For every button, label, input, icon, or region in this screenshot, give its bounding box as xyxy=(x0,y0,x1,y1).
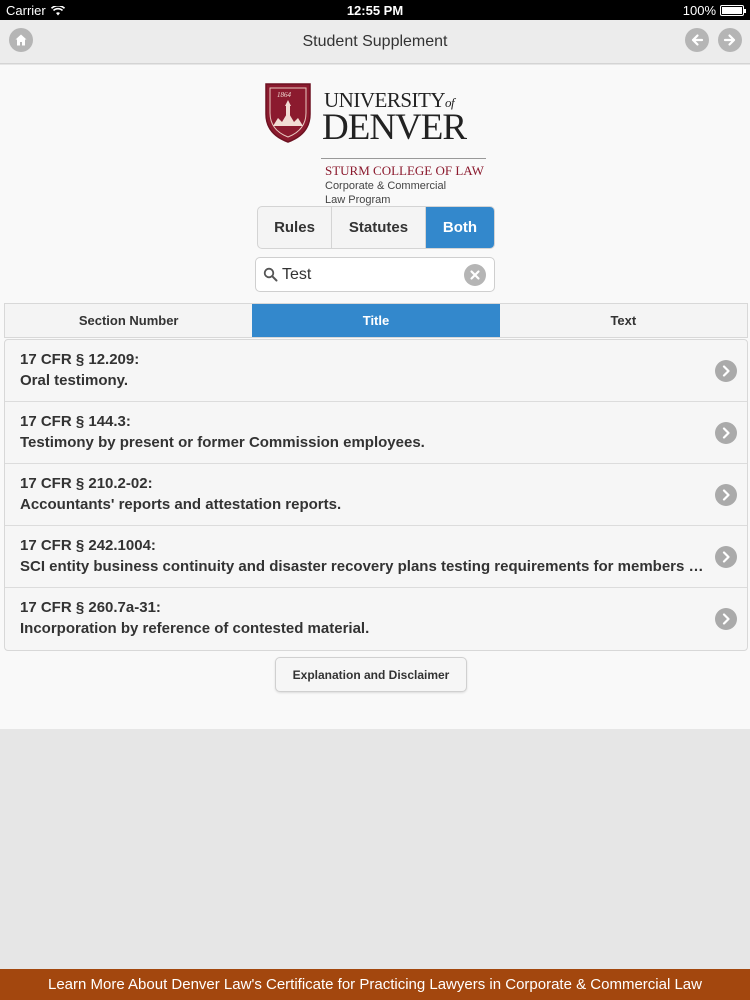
search-input[interactable] xyxy=(282,264,462,286)
logo-college: STURM COLLEGE OF LAW xyxy=(325,163,484,178)
list-item[interactable]: 17 CFR § 210.2-02: Accountants' reports … xyxy=(5,464,747,526)
chevron-right-icon xyxy=(715,484,737,506)
seal-year: 1864 xyxy=(277,91,292,99)
status-bar: Carrier 12:55 PM 100% xyxy=(0,0,750,20)
list-item[interactable]: 17 CFR § 144.3: Testimony by present or … xyxy=(5,402,747,464)
segment-both-label: Both xyxy=(442,219,478,236)
chevron-right-icon xyxy=(715,608,737,630)
segment-rules[interactable]: Rules xyxy=(258,207,332,248)
search-field-tabs: Section Number Title Text xyxy=(4,303,748,338)
tab-title-label: Title xyxy=(362,313,390,328)
logo-divider xyxy=(321,158,486,159)
tab-text[interactable]: Text xyxy=(500,304,747,337)
page-title: Student Supplement xyxy=(302,33,448,50)
back-button[interactable] xyxy=(685,28,709,52)
arrow-right-icon xyxy=(723,34,736,46)
logo-program-line2: Law Program xyxy=(325,194,391,206)
arrow-left-icon xyxy=(691,34,704,46)
tab-section-number-label: Section Number xyxy=(78,313,179,328)
chevron-right-icon xyxy=(715,422,737,444)
list-item[interactable]: 17 CFR § 242.1004: SCI entity business c… xyxy=(5,526,747,588)
source-filter-segmented: Rules Statutes Both xyxy=(257,206,495,249)
result-title: SCI entity business continuity and disas… xyxy=(20,558,705,575)
university-logo: 1864 UNIVERSITYof DENVER STURM COLLEGE O… xyxy=(264,82,494,206)
result-section: 17 CFR § 12.209: xyxy=(20,351,140,368)
tab-title[interactable]: Title xyxy=(252,304,500,337)
result-title: Oral testimony. xyxy=(20,372,129,389)
result-title: Incorporation by reference of contested … xyxy=(20,620,370,637)
close-icon xyxy=(470,270,480,280)
segment-rules-label: Rules xyxy=(274,219,315,236)
nav-bar: Student Supplement xyxy=(0,20,750,64)
certificate-banner-link[interactable]: Learn More About Denver Law's Certificat… xyxy=(0,969,750,1000)
list-item[interactable]: 17 CFR § 260.7a-31: Incorporation by ref… xyxy=(5,588,747,650)
shield-seal-icon: 1864 xyxy=(265,83,311,143)
battery-group: 100% xyxy=(682,3,746,18)
result-section: 17 CFR § 210.2-02: xyxy=(20,475,153,492)
main-content: 1864 UNIVERSITYof DENVER STURM COLLEGE O… xyxy=(0,65,750,729)
clear-search-button[interactable] xyxy=(464,264,486,286)
battery-icon xyxy=(720,5,746,16)
chevron-right-icon xyxy=(715,360,737,382)
list-item[interactable]: 17 CFR § 12.209: Oral testimony. xyxy=(5,340,747,402)
explanation-disclaimer-button[interactable]: Explanation and Disclaimer xyxy=(275,657,467,692)
result-title: Accountants' reports and attestation rep… xyxy=(20,496,342,513)
result-title: Testimony by present or former Commissio… xyxy=(20,434,425,451)
battery-fill xyxy=(722,7,742,14)
results-list: 17 CFR § 12.209: Oral testimony. 17 CFR … xyxy=(4,339,748,651)
chevron-right-icon xyxy=(715,546,737,568)
status-time: 12:55 PM xyxy=(346,3,404,18)
forward-button[interactable] xyxy=(718,28,742,52)
battery-label: 100% xyxy=(682,3,716,18)
logo-program-line1: Corporate & Commercial xyxy=(325,180,447,192)
search-icon xyxy=(263,267,278,282)
segment-statutes[interactable]: Statutes xyxy=(332,207,426,248)
tab-text-label: Text xyxy=(610,313,637,328)
segment-statutes-label: Statutes xyxy=(348,219,409,236)
result-section: 17 CFR § 242.1004: xyxy=(20,537,156,554)
logo-denver: DENVER xyxy=(322,107,467,148)
search-box xyxy=(255,257,495,292)
tab-section-number[interactable]: Section Number xyxy=(5,304,252,337)
result-section: 17 CFR § 144.3: xyxy=(20,413,131,430)
segment-both[interactable]: Both xyxy=(426,207,494,248)
result-section: 17 CFR § 260.7a-31: xyxy=(20,599,161,616)
